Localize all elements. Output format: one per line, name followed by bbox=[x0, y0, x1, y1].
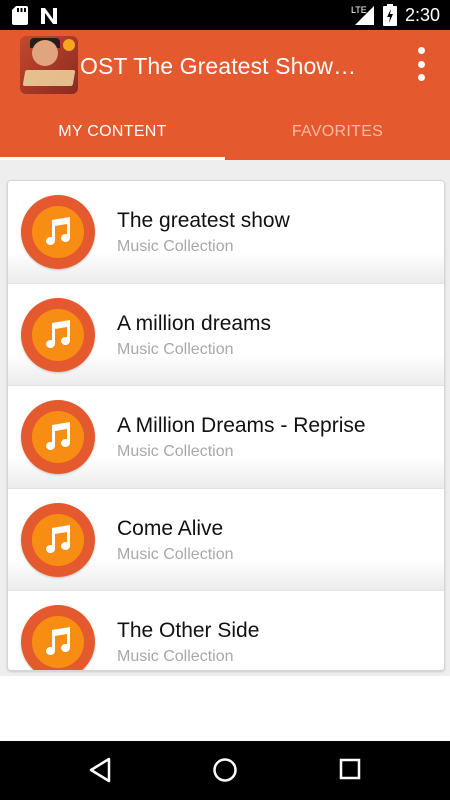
tab-label: FAVORITES bbox=[291, 123, 384, 140]
song-subtitle: Music Collection bbox=[117, 648, 234, 665]
music-note-icon bbox=[46, 627, 70, 655]
navigation-bar bbox=[0, 741, 450, 800]
tab-my-content[interactable]: MY CONTENT bbox=[0, 114, 225, 160]
music-disc-icon bbox=[21, 195, 95, 269]
song-list[interactable]: The greatest show Music Collection A mil… bbox=[7, 180, 445, 671]
list-item[interactable]: A Million Dreams - Reprise Music Collect… bbox=[8, 386, 444, 489]
list-item[interactable]: The Other Side Music Collection bbox=[8, 591, 444, 670]
song-subtitle: Music Collection bbox=[117, 545, 234, 563]
status-bar: LTE 2:30 bbox=[0, 0, 450, 30]
app-poster-icon bbox=[20, 36, 78, 94]
song-title: A million dreams bbox=[117, 311, 272, 335]
song-title: The Other Side bbox=[117, 619, 260, 642]
music-disc-icon bbox=[21, 297, 95, 372]
list-item[interactable]: The greatest show Music Collection bbox=[8, 181, 444, 284]
song-subtitle: Music Collection bbox=[117, 443, 234, 460]
music-note-icon bbox=[46, 422, 70, 450]
music-disc-icon bbox=[21, 605, 95, 670]
sd-card-icon bbox=[12, 6, 28, 25]
song-title: Come Alive bbox=[117, 516, 224, 540]
home-icon[interactable] bbox=[212, 757, 238, 783]
back-icon[interactable] bbox=[88, 757, 112, 783]
song-subtitle: Music Collection bbox=[117, 238, 234, 255]
tab-bar: MY CONTENT FAVORITES bbox=[0, 114, 450, 160]
battery-charging-icon bbox=[382, 4, 397, 26]
clock: 2:30 bbox=[404, 4, 440, 25]
music-disc-icon bbox=[21, 502, 95, 577]
recents-icon[interactable] bbox=[339, 757, 361, 781]
list-item[interactable]: Come Alive Music Collection bbox=[8, 488, 444, 591]
tab-favorites[interactable]: FAVORITES bbox=[225, 114, 450, 160]
app-bar: OST The Greatest Show… MY CONTENT FAVORI… bbox=[0, 30, 450, 160]
music-note-icon bbox=[46, 217, 70, 245]
tab-label: MY CONTENT bbox=[58, 123, 167, 140]
music-note-icon bbox=[46, 319, 70, 348]
content-area: The greatest show Music Collection A mil… bbox=[0, 160, 450, 676]
music-disc-icon bbox=[21, 400, 95, 474]
song-subtitle: Music Collection bbox=[117, 340, 234, 358]
app-title: OST The Greatest Show… bbox=[80, 53, 357, 79]
lte-signal-icon bbox=[354, 6, 374, 25]
song-title: The greatest show bbox=[117, 209, 290, 232]
song-title: A Million Dreams - Reprise bbox=[117, 414, 366, 437]
music-note-icon bbox=[46, 524, 70, 553]
overflow-menu-icon[interactable] bbox=[416, 47, 426, 81]
n-notification-icon bbox=[41, 7, 57, 24]
list-item[interactable]: A million dreams Music Collection bbox=[8, 283, 444, 386]
